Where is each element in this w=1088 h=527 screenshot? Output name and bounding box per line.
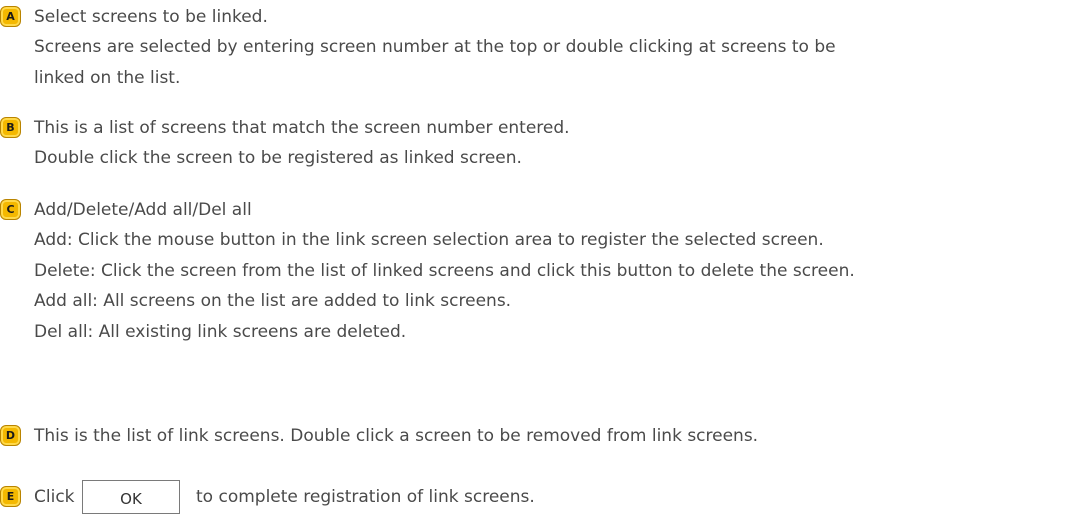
item-c-line-2: Delete: Click the screen from the list o…: [34, 261, 855, 281]
item-c-line-4: Del all: All existing link screens are d…: [34, 322, 407, 342]
item-b-title: This is a list of screens that match the…: [34, 118, 570, 138]
item-c-line-1: Add: Click the mouse button in the link …: [34, 230, 824, 250]
badge-e-icon: E: [0, 486, 21, 507]
item-a-line-1: Screens are selected by entering screen …: [34, 37, 836, 57]
item-b-line-1: Double click the screen to be registered…: [34, 148, 522, 168]
item-d-title: This is the list of link screens. Double…: [34, 426, 759, 446]
badge-a-icon: A: [0, 6, 21, 27]
ok-button[interactable]: OK: [82, 480, 180, 514]
item-e-after-text: to complete registration of link screens…: [196, 487, 535, 507]
item-a-title: Select screens to be linked.: [34, 7, 268, 27]
badge-c-icon: C: [0, 199, 21, 220]
item-c-line-3: Add all: All screens on the list are add…: [34, 291, 512, 311]
item-c-title: Add/Delete/Add all/Del all: [34, 200, 252, 220]
item-a-line-2: linked on the list.: [34, 68, 181, 88]
item-e-click-text: Click: [34, 487, 75, 507]
badge-d-icon: D: [0, 425, 21, 446]
badge-b-icon: B: [0, 117, 21, 138]
